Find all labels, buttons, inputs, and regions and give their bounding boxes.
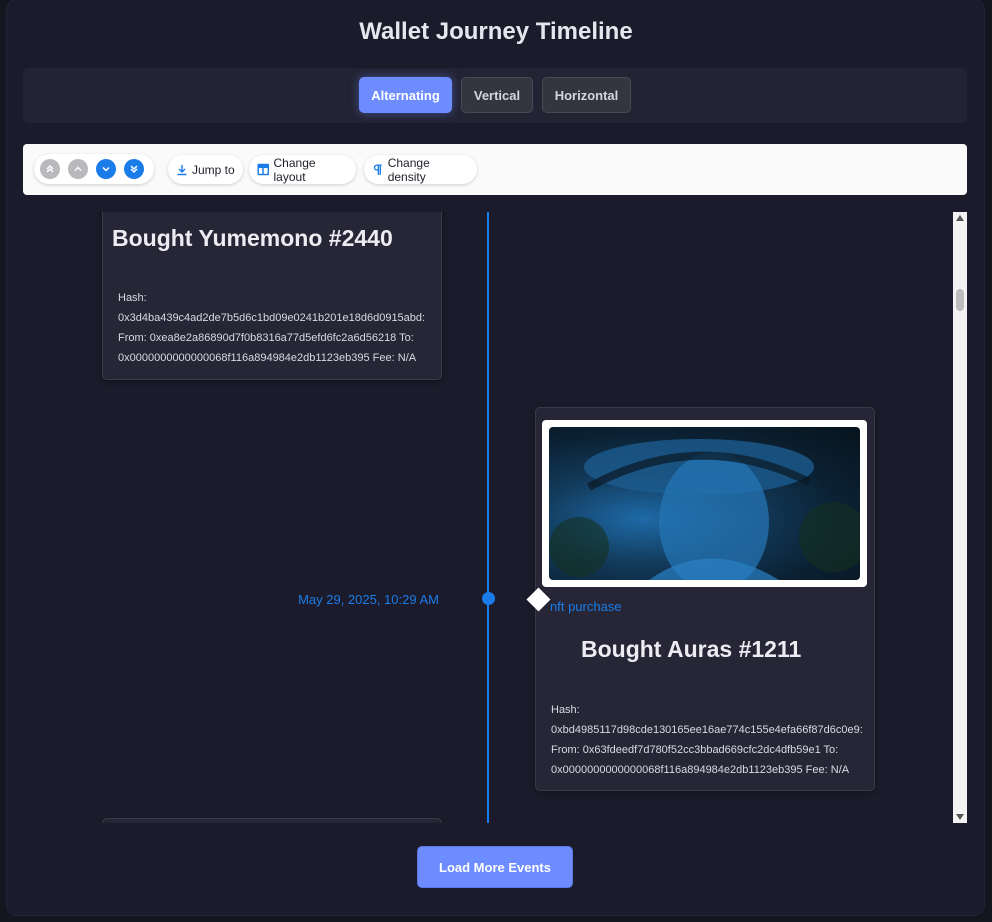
- hash-value: 0xbd4985117d98cde130165ee16ae774c155e4ef…: [551, 724, 863, 736]
- timeline-scroll-area[interactable]: Bought Yumemono #2440 Hash: 0x3d4ba439c4…: [23, 212, 967, 823]
- event-details: Hash: 0x3d4ba439c4ad2de7b5d6c1bd09e0241b…: [118, 288, 438, 368]
- scroll-down-icon[interactable]: [956, 813, 964, 821]
- hash-label: Hash:: [118, 292, 147, 304]
- next-event-icon[interactable]: [96, 159, 116, 179]
- navigation-group: [34, 154, 154, 184]
- timeline-scrollbar[interactable]: [953, 212, 967, 823]
- layout-icon: [257, 163, 270, 176]
- change-density-button[interactable]: Change density: [364, 155, 477, 184]
- event-title: Bought Yumemono #2440: [112, 225, 393, 251]
- from-to-line: From: 0x63fdeedf7d780f52cc3bbad669cfc2dc…: [551, 744, 839, 756]
- event-card[interactable]: [102, 818, 442, 823]
- nft-image: [549, 427, 860, 580]
- timeline-dot[interactable]: [482, 592, 495, 605]
- last-event-icon[interactable]: [124, 159, 144, 179]
- change-layout-label: Change layout: [273, 155, 316, 184]
- to-fee-line: 0x0000000000000068f116a894984e2db1123eb3…: [551, 764, 850, 776]
- load-more-button[interactable]: Load More Events: [418, 847, 572, 887]
- event-card[interactable]: Bought Yumemono #2440 Hash: 0x3d4ba439c4…: [102, 212, 442, 380]
- event-date: May 29, 2025, 10:29 AM: [298, 592, 439, 607]
- scrollbar-thumb[interactable]: [956, 289, 964, 311]
- timeline-axis: [487, 212, 489, 823]
- change-density-label: Change density: [387, 155, 430, 184]
- to-fee-line: 0x0000000000000068f116a894984e2db1123eb3…: [118, 352, 417, 364]
- first-event-icon[interactable]: [40, 159, 60, 179]
- layout-vertical-button[interactable]: Vertical: [461, 77, 533, 113]
- previous-event-icon[interactable]: [68, 159, 88, 179]
- jump-to-button[interactable]: Jump to: [168, 155, 243, 184]
- layout-alternating-button[interactable]: Alternating: [359, 77, 452, 113]
- hash-value: 0x3d4ba439c4ad2de7b5d6c1bd09e0241b201e18…: [118, 312, 426, 324]
- event-type-tag: nft purchase: [550, 599, 622, 614]
- event-card[interactable]: nft purchase Bought Auras #1211 Hash: 0x…: [535, 407, 875, 791]
- timeline-toolbar: Jump to Change layout Change density: [23, 144, 967, 195]
- page-title: Wallet Journey Timeline: [359, 18, 633, 45]
- layout-horizontal-button[interactable]: Horizontal: [542, 77, 631, 113]
- paragraph-icon: [373, 163, 382, 175]
- from-to-line: From: 0xea8e2a86890d7f0b8316a77d5efd6fc2…: [118, 332, 414, 344]
- change-layout-button[interactable]: Change layout: [249, 155, 356, 184]
- download-icon: [177, 164, 187, 175]
- layout-mode-bar: Alternating Vertical Horizontal: [23, 68, 967, 123]
- nft-image-frame: [542, 420, 867, 587]
- scroll-up-icon[interactable]: [956, 214, 964, 222]
- event-details: Hash: 0xbd4985117d98cde130165ee16ae774c1…: [551, 700, 871, 780]
- hash-label: Hash:: [551, 704, 580, 716]
- event-title: Bought Auras #1211: [581, 636, 802, 662]
- jump-to-label: Jump to: [192, 162, 235, 177]
